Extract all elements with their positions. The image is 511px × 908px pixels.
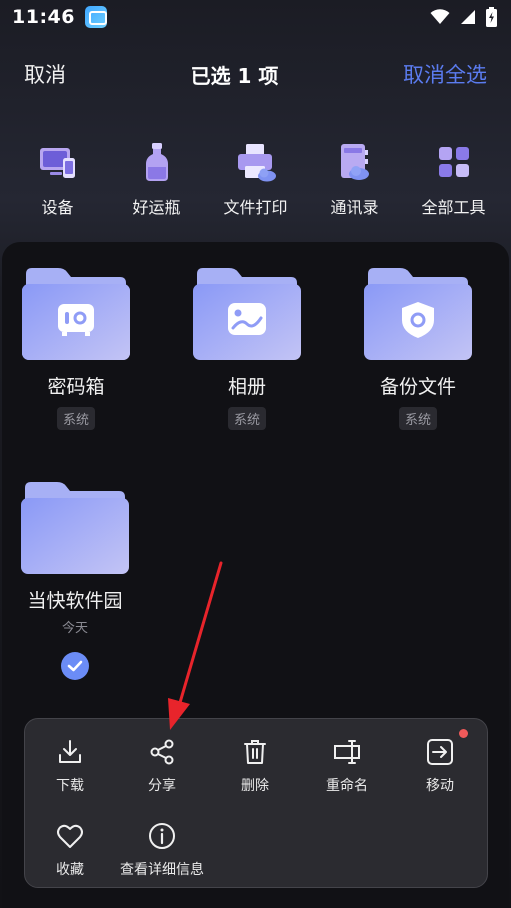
action-label: 收藏	[56, 862, 84, 878]
tool-device[interactable]: 设备	[10, 140, 106, 230]
grid-icon	[438, 147, 469, 177]
status-bar: 11:46	[0, 0, 511, 34]
app-notification-icon	[84, 6, 107, 28]
folder-badge: 系统	[227, 407, 266, 430]
heart-icon	[57, 824, 83, 848]
folder-item[interactable]: 相册 系统	[172, 266, 322, 430]
check-icon	[67, 660, 83, 672]
battery-charging-icon	[486, 7, 497, 27]
action-favorite[interactable]: 收藏	[25, 821, 115, 879]
action-label: 重命名	[326, 778, 368, 794]
action-label: 下载	[56, 778, 84, 794]
folder-name: 相册	[227, 376, 266, 398]
action-label: 删除	[241, 778, 269, 794]
folder-badge: 系统	[398, 407, 437, 430]
status-icons	[430, 7, 497, 27]
folder-item[interactable]: 密码箱 系统	[1, 266, 151, 430]
action-sheet: 下载 分享 删除 重命名 移动 收藏 查看详细信息	[24, 718, 488, 888]
bottle-icon	[145, 143, 168, 181]
folder-name: 备份文件	[379, 376, 456, 398]
tool-label: 好运瓶	[132, 198, 181, 217]
tool-print[interactable]: 文件打印	[208, 140, 304, 230]
trash-icon	[244, 740, 266, 764]
folder-item[interactable]: 备份文件 系统	[343, 266, 493, 430]
tool-label: 通讯录	[330, 198, 379, 217]
move-icon	[427, 739, 453, 765]
rename-icon	[334, 740, 360, 764]
folder-name: 当快软件园	[27, 590, 123, 612]
folder-date: 今天	[61, 621, 88, 636]
selected-checkbox[interactable]	[61, 652, 89, 680]
selection-count-title: 已选 1 项	[190, 63, 279, 88]
action-download[interactable]: 下载	[25, 737, 115, 795]
action-label: 分享	[148, 778, 176, 794]
wifi-icon	[430, 9, 450, 24]
tool-label: 设备	[41, 198, 74, 217]
tool-label: 全部工具	[421, 198, 486, 217]
action-delete[interactable]: 删除	[210, 737, 300, 795]
action-move[interactable]: 移动	[395, 737, 485, 795]
folder-safe-icon	[22, 268, 130, 360]
action-details[interactable]: 查看详细信息	[117, 821, 207, 879]
folder-badge: 系统	[56, 407, 95, 430]
tool-label: 文件打印	[223, 198, 288, 217]
tools-row: 设备 好运瓶 文件打印 通讯录 全部工具	[0, 140, 511, 230]
folder-icon	[21, 482, 129, 574]
download-icon	[59, 740, 81, 763]
cancel-button[interactable]: 取消	[24, 59, 66, 89]
folder-shield-icon	[364, 268, 472, 360]
tool-bottle[interactable]: 好运瓶	[109, 140, 205, 230]
signal-icon	[461, 10, 475, 24]
folder-photo-icon	[193, 268, 301, 360]
folder-name: 密码箱	[47, 376, 105, 398]
printer-icon	[237, 144, 276, 182]
tool-all[interactable]: 全部工具	[406, 140, 502, 230]
info-icon	[149, 823, 175, 849]
action-label: 移动	[426, 778, 454, 794]
move-notification-dot	[459, 729, 468, 738]
share-icon	[150, 739, 174, 765]
action-share[interactable]: 分享	[117, 737, 207, 795]
action-rename[interactable]: 重命名	[302, 737, 392, 795]
status-time: 11:46	[12, 6, 75, 28]
device-icon	[39, 148, 75, 178]
selection-header: 取消 已选 1 项 取消全选	[0, 50, 511, 98]
action-label: 查看详细信息	[120, 862, 204, 878]
folder-item-selected[interactable]: 当快软件园 今天	[0, 480, 150, 680]
unselect-all-button[interactable]: 取消全选	[403, 59, 487, 89]
contacts-icon	[340, 144, 369, 180]
tool-contacts[interactable]: 通讯录	[307, 140, 403, 230]
